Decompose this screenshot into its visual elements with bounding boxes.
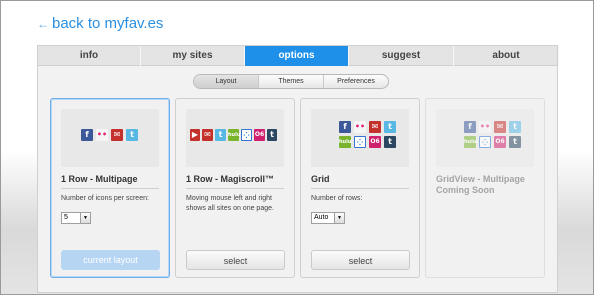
gmail-icon: ✉ [111,129,123,141]
twitter-icon: t [509,121,521,133]
layout-card-1-row-multipage[interactable]: f •• ✉ t 1 Row - Multipage Number of ico… [50,98,170,278]
orkut-icon: O6 [254,129,265,141]
main-tab-bar: info my sites options suggest about [38,46,559,66]
subtab-layout[interactable]: Layout [194,75,259,88]
back-to-myfav-link[interactable]: ← back to myfav.es [37,15,163,32]
gmail-icon: ✉ [202,129,213,141]
tab-options[interactable]: options [245,46,349,66]
select-layout-button[interactable]: select [311,250,410,270]
tumblr-icon: t [384,136,396,148]
hulu-icon: hulu [464,136,476,148]
facebook-icon: f [81,129,93,141]
facebook-icon: f [339,121,351,133]
layout-card-gridview-multipage: f •• ✉ t hulu ⁘ O6 t GridView - Multipag… [425,98,545,278]
gmail-icon: ✉ [369,121,381,133]
subtab-preferences[interactable]: Preferences [324,75,388,88]
divider [61,188,159,189]
flickr-icon: •• [96,129,108,141]
tab-info[interactable]: info [38,46,141,66]
chevron-down-icon: ▼ [80,213,90,223]
card-description: Number of rows: [311,195,363,202]
gmail-icon: ✉ [494,121,506,133]
current-layout-button: current layout [61,250,160,270]
card-title: Grid [311,174,330,184]
flickr-icon: •• [354,121,366,133]
subtab-themes[interactable]: Themes [259,75,324,88]
icons-per-screen-select[interactable]: 5 ▼ [61,212,91,224]
tumblr-icon: t [267,129,277,141]
facebook-icon: f [464,121,476,133]
card-title: GridView - Multipage Coming Soon [436,174,525,195]
layout-preview: f •• ✉ t hulu ⁘ O6 t [436,109,534,167]
tab-suggest[interactable]: suggest [349,46,454,66]
flickr-icon: •• [479,121,491,133]
rows-select[interactable]: Auto ▼ [311,212,345,224]
delicious-icon: ⁘ [241,129,252,141]
tab-about[interactable]: about [454,46,559,66]
layout-preview: ▶ ✉ t hulu ⁘ O6 t [186,109,284,167]
card-title: 1 Row - Magiscroll™ [186,174,275,184]
orkut-icon: O6 [494,136,506,148]
delicious-icon: ⁘ [354,136,366,148]
youtube-icon: ▶ [190,129,200,141]
back-link-label: back to myfav.es [52,15,164,32]
select-value: 5 [64,214,68,221]
options-subtab-bar: Layout Themes Preferences [193,74,389,89]
divider [186,188,284,189]
twitter-icon: t [215,129,226,141]
divider [311,188,409,189]
select-value: Auto [314,214,329,221]
chevron-down-icon: ▼ [334,213,344,223]
back-arrow-icon: ← [37,16,49,31]
delicious-icon: ⁘ [479,136,491,148]
layout-card-grid[interactable]: f •• ✉ t hulu ⁘ O6 t Grid Number of rows… [300,98,420,278]
hulu-icon: hulu [339,136,351,148]
hulu-icon: hulu [228,129,240,141]
card-description: Moving mouse left and right shows all si… [186,195,274,212]
options-panel: info my sites options suggest about Layo… [37,45,559,293]
orkut-icon: O6 [369,136,381,148]
twitter-icon: t [384,121,396,133]
layout-card-1-row-magiscroll[interactable]: ▶ ✉ t hulu ⁘ O6 t 1 Row - Magiscroll™ Mo… [175,98,295,278]
card-description: Number of icons per screen: [61,195,149,202]
layout-preview: f •• ✉ t hulu ⁘ O6 t [311,109,409,167]
tumblr-icon: t [509,136,521,148]
layout-preview: f •• ✉ t [61,109,159,167]
select-layout-button[interactable]: select [186,250,285,270]
card-title: 1 Row - Multipage [61,174,138,184]
tab-my-sites[interactable]: my sites [141,46,245,66]
twitter-icon: t [126,129,138,141]
